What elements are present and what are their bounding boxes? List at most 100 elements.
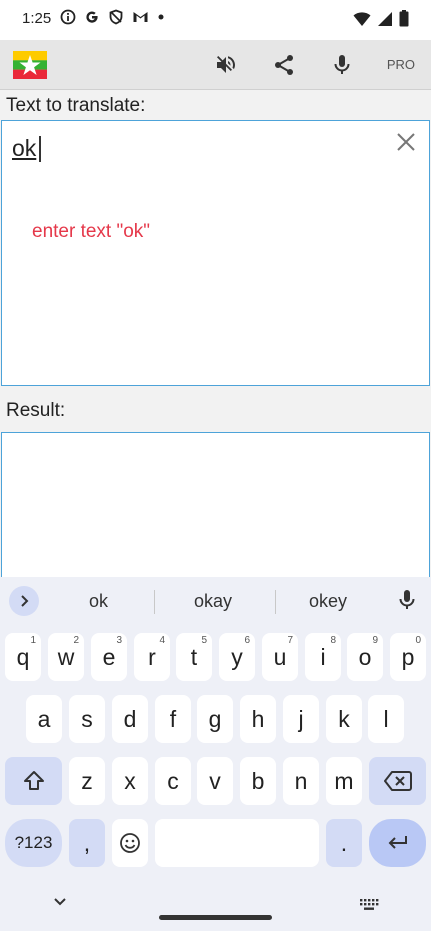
status-time: 1:25 [22,10,52,27]
key-j[interactable]: j [283,695,319,743]
text-caret [39,136,41,162]
key-w[interactable]: w2 [48,633,84,681]
key-label: u [273,643,287,670]
home-gesture-bar[interactable] [159,915,272,920]
text-input-area[interactable]: ok enter text "ok" [1,120,430,386]
key-l[interactable]: l [368,695,404,743]
key-z[interactable]: z [69,757,105,805]
key-label: r [148,643,156,670]
wifi-icon [353,11,371,26]
key-hint: 1 [30,635,36,646]
key-label: q [16,643,30,670]
chevron-right-icon [21,595,29,607]
key-hint: 7 [287,635,293,646]
soft-keyboard: ok okay okey q1 w2 e3 r4 t5 y6 u7 i8 o9 … [0,577,431,931]
space-key[interactable] [155,819,319,867]
result-label: Result: [6,400,66,421]
key-label: i [320,643,326,670]
input-text[interactable]: ok [12,135,36,162]
backspace-icon [383,771,412,791]
enter-icon [388,836,407,849]
key-f[interactable]: f [155,695,191,743]
key-hint: 2 [73,635,79,646]
key-r[interactable]: r4 [134,633,170,681]
key-hint: 6 [244,635,250,646]
google-icon [86,11,98,23]
key-hint: 8 [330,635,336,646]
key-c[interactable]: c [155,757,191,805]
key-p[interactable]: p0 [390,633,426,681]
suggestion-divider [154,590,155,614]
result-area [1,432,430,582]
volume-off-icon [217,56,236,73]
myanmar-flag-icon[interactable] [13,51,47,79]
suggestion-3[interactable]: okey [309,591,347,612]
suggestion-strip: ok okay okey [0,577,431,627]
hint-text: enter text "ok" [32,221,151,242]
status-icons-right [353,10,409,27]
key-d[interactable]: d [112,695,148,743]
share-icon [275,55,293,75]
key-label: o [358,643,372,670]
key-label: y [231,643,243,670]
input-label: Text to translate: [6,95,146,116]
key-hint: 3 [116,635,122,646]
navigation-bar [0,884,431,931]
key-x[interactable]: x [112,757,148,805]
key-u[interactable]: u7 [262,633,298,681]
status-bar: 1:25 [0,0,431,40]
key-a[interactable]: a [26,695,62,743]
key-hint: 4 [159,635,165,646]
emoji-icon [120,833,140,853]
key-h[interactable]: h [240,695,276,743]
keyboard-switch-icon[interactable] [359,898,379,912]
suggestion-divider [275,590,276,614]
clear-icon[interactable] [395,131,417,153]
backspace-key[interactable] [369,757,426,805]
key-n[interactable]: n [283,757,319,805]
suggestion-1[interactable]: ok [89,591,108,612]
key-b[interactable]: b [240,757,276,805]
key-s[interactable]: s [69,695,105,743]
key-label: e [102,643,116,670]
key-o[interactable]: o9 [347,633,383,681]
comma-key[interactable]: , [69,819,105,867]
key-label: t [190,643,198,670]
signal-icon [378,11,392,26]
share-button[interactable] [271,52,297,78]
key-hint: 5 [201,635,207,646]
key-e[interactable]: e3 [91,633,127,681]
suggestion-2[interactable]: okay [194,591,232,612]
emoji-key[interactable] [112,819,148,867]
symbols-key[interactable]: ?123 [5,819,62,867]
status-icons-left [60,9,165,25]
voice-input-icon[interactable] [397,589,417,613]
period-key[interactable]: . [326,819,362,867]
key-q[interactable]: q1 [5,633,41,681]
key-hint: 9 [372,635,378,646]
shift-icon [23,771,44,790]
key-hint: 0 [415,635,421,646]
key-v[interactable]: v [197,757,233,805]
key-m[interactable]: m [326,757,362,805]
shield-icon [109,9,123,25]
dot-icon [158,14,164,20]
expand-suggestions-button[interactable] [9,586,39,616]
info-icon [60,9,76,25]
key-g[interactable]: g [197,695,233,743]
chevron-down-icon[interactable] [52,896,68,908]
key-i[interactable]: i8 [305,633,341,681]
key-k[interactable]: k [326,695,362,743]
key-label: p [401,643,415,670]
battery-icon [399,10,409,27]
app-toolbar: PRO [0,40,431,90]
enter-key[interactable] [369,819,426,867]
shift-key[interactable] [5,757,62,805]
key-t[interactable]: t5 [176,633,212,681]
mic-button[interactable] [329,52,355,78]
mute-button[interactable] [213,52,239,78]
pro-button[interactable]: PRO [387,57,415,72]
key-y[interactable]: y6 [219,633,255,681]
key-label: w [57,643,75,670]
mic-icon [334,55,350,74]
